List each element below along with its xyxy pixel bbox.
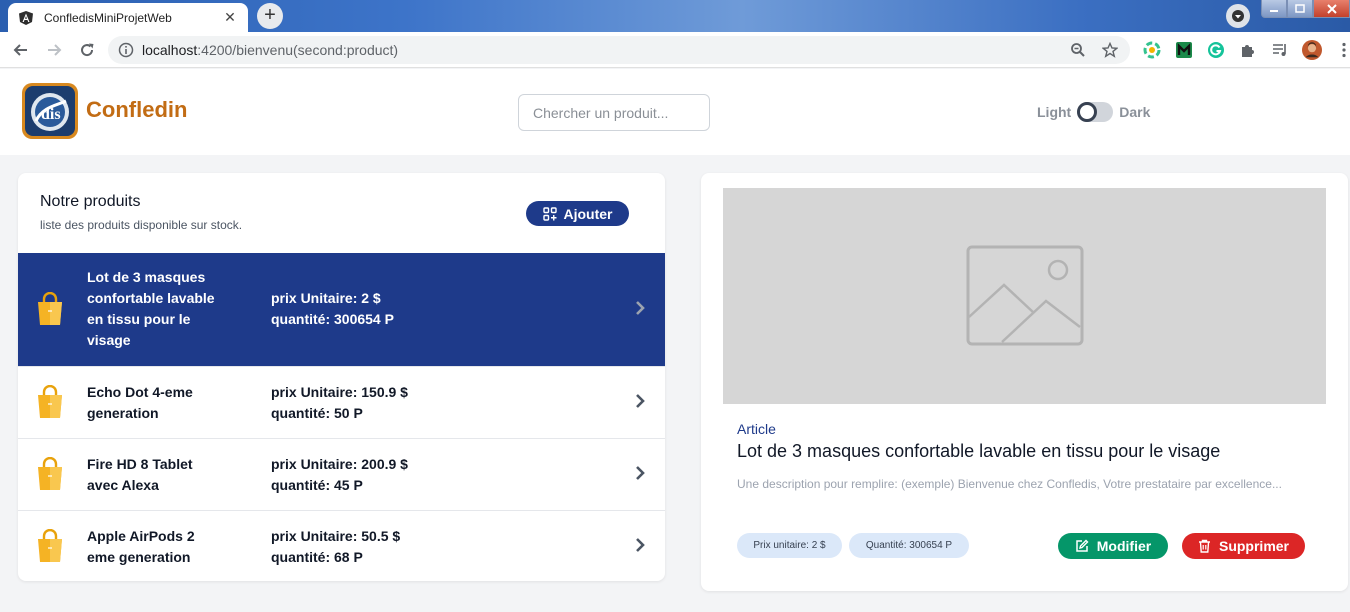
- product-price: prix Unitaire: 2 $: [271, 290, 381, 306]
- window-maximize-button[interactable]: [1287, 0, 1313, 18]
- shopping-bag-icon: [38, 457, 62, 490]
- product-quantity: quantité: 68 P: [271, 549, 363, 565]
- list-title: Notre produits: [40, 193, 141, 210]
- edit-button[interactable]: Modifier: [1058, 533, 1168, 559]
- grammarly-icon[interactable]: [1206, 40, 1226, 60]
- product-rows: Lot de 3 masques confortable lavable en …: [18, 253, 665, 581]
- product-image-placeholder: [723, 188, 1326, 404]
- product-quantity: quantité: 300654 P: [271, 311, 394, 327]
- product-detail-card: Article Lot de 3 masques confortable lav…: [701, 173, 1348, 591]
- chevron-right-icon: [636, 394, 645, 408]
- window-minimize-button[interactable]: [1261, 0, 1287, 18]
- app-header: dis Confledin Light Dark: [0, 69, 1350, 155]
- tab-title: ConfledisMiniProjetWeb: [44, 10, 172, 25]
- window-close-button[interactable]: [1313, 0, 1350, 18]
- theme-toggle[interactable]: [1077, 102, 1114, 122]
- search-input[interactable]: [518, 94, 710, 131]
- product-row[interactable]: Apple AirPods 2 eme generation prix Unit…: [18, 510, 665, 581]
- image-placeholder-icon: [966, 245, 1083, 346]
- product-quantity: quantité: 45 P: [271, 477, 363, 493]
- shopping-bag-icon: [38, 292, 62, 325]
- svg-text:dis: dis: [41, 106, 61, 123]
- product-name: Fire HD 8 Tablet avec Alexa: [87, 456, 193, 493]
- chevron-right-icon: [636, 301, 645, 315]
- product-price: prix Unitaire: 50.5 $: [271, 528, 401, 544]
- product-category: Article: [737, 421, 776, 437]
- delete-button[interactable]: Supprimer: [1182, 533, 1305, 559]
- back-arrow-icon: [13, 44, 27, 56]
- product-name: Lot de 3 masques confortable lavable en …: [87, 269, 215, 348]
- reload-icon: [81, 43, 94, 57]
- shopping-bag-icon: [38, 385, 62, 418]
- info-icon[interactable]: [118, 42, 134, 58]
- quantity-badge: Quantité: 300654 P: [849, 533, 969, 558]
- bookmark-star-icon[interactable]: [1102, 42, 1118, 58]
- add-product-button[interactable]: Ajouter: [526, 201, 629, 226]
- add-grid-icon: [542, 206, 557, 221]
- product-name: Echo Dot 4-eme generation: [87, 384, 193, 421]
- confledis-logo[interactable]: dis: [22, 83, 78, 139]
- toggle-knob: [1077, 102, 1098, 122]
- product-list-card: Notre produits liste des produits dispon…: [18, 173, 665, 581]
- brand-name[interactable]: Confledin: [86, 97, 187, 123]
- price-badge: Prix unitaire: 2 $: [737, 533, 842, 558]
- extensions-puzzle-icon[interactable]: [1238, 40, 1258, 60]
- media-queue-icon[interactable]: [1270, 40, 1290, 60]
- angular-icon: [19, 10, 33, 25]
- list-subtitle: liste des produits disponible sur stock.: [40, 218, 243, 232]
- browser-toolbar: localhost:4200/bienvenu(second:product): [0, 32, 1350, 68]
- trash-icon: [1198, 539, 1210, 553]
- address-bar[interactable]: localhost:4200/bienvenu(second:product): [108, 36, 1130, 64]
- extension-m-icon[interactable]: [1174, 40, 1194, 60]
- browser-tab-strip: ConfledisMiniProjetWeb ✕ +: [0, 0, 1350, 32]
- edit-label: Modifier: [1096, 538, 1152, 554]
- product-row[interactable]: Echo Dot 4-eme generation prix Unitaire:…: [18, 366, 665, 438]
- zoom-icon[interactable]: [1070, 42, 1086, 58]
- browser-tab[interactable]: ConfledisMiniProjetWeb ✕: [8, 3, 248, 32]
- product-price: prix Unitaire: 150.9 $: [271, 384, 408, 400]
- theme-switcher: Light Dark: [1037, 102, 1150, 122]
- product-name: Apple AirPods 2 eme generation: [87, 528, 195, 565]
- delete-label: Supprimer: [1218, 538, 1289, 554]
- reload-button[interactable]: [75, 38, 99, 62]
- chevron-right-icon: [636, 466, 645, 480]
- product-price: prix Unitaire: 200.9 $: [271, 456, 408, 472]
- chevron-right-icon: [636, 538, 645, 552]
- user-avatar-icon[interactable]: [1302, 40, 1322, 60]
- edit-icon: [1076, 539, 1089, 552]
- back-button[interactable]: [9, 38, 33, 62]
- url-text: localhost:4200/bienvenu(second:product): [142, 42, 399, 58]
- chrome-menu-down-icon[interactable]: [1226, 4, 1250, 28]
- theme-light-label: Light: [1037, 104, 1072, 120]
- product-row[interactable]: Lot de 3 masques confortable lavable en …: [18, 253, 665, 366]
- chrome-menu-icon[interactable]: [1334, 40, 1350, 60]
- forward-button[interactable]: [42, 38, 66, 62]
- extension-spinner-icon[interactable]: [1142, 40, 1162, 60]
- shopping-bag-icon: [38, 529, 62, 562]
- product-quantity: quantité: 50 P: [271, 405, 363, 421]
- product-row[interactable]: Fire HD 8 Tablet avec Alexa prix Unitair…: [18, 438, 665, 510]
- tab-close-icon[interactable]: ✕: [222, 9, 238, 26]
- add-product-label: Ajouter: [563, 205, 613, 222]
- theme-dark-label: Dark: [1119, 104, 1151, 120]
- product-description: Une description pour remplire: (exemple)…: [737, 477, 1282, 491]
- forward-arrow-icon: [48, 44, 62, 56]
- product-title: Lot de 3 masques confortable lavable en …: [737, 441, 1221, 461]
- new-tab-button[interactable]: +: [257, 3, 283, 29]
